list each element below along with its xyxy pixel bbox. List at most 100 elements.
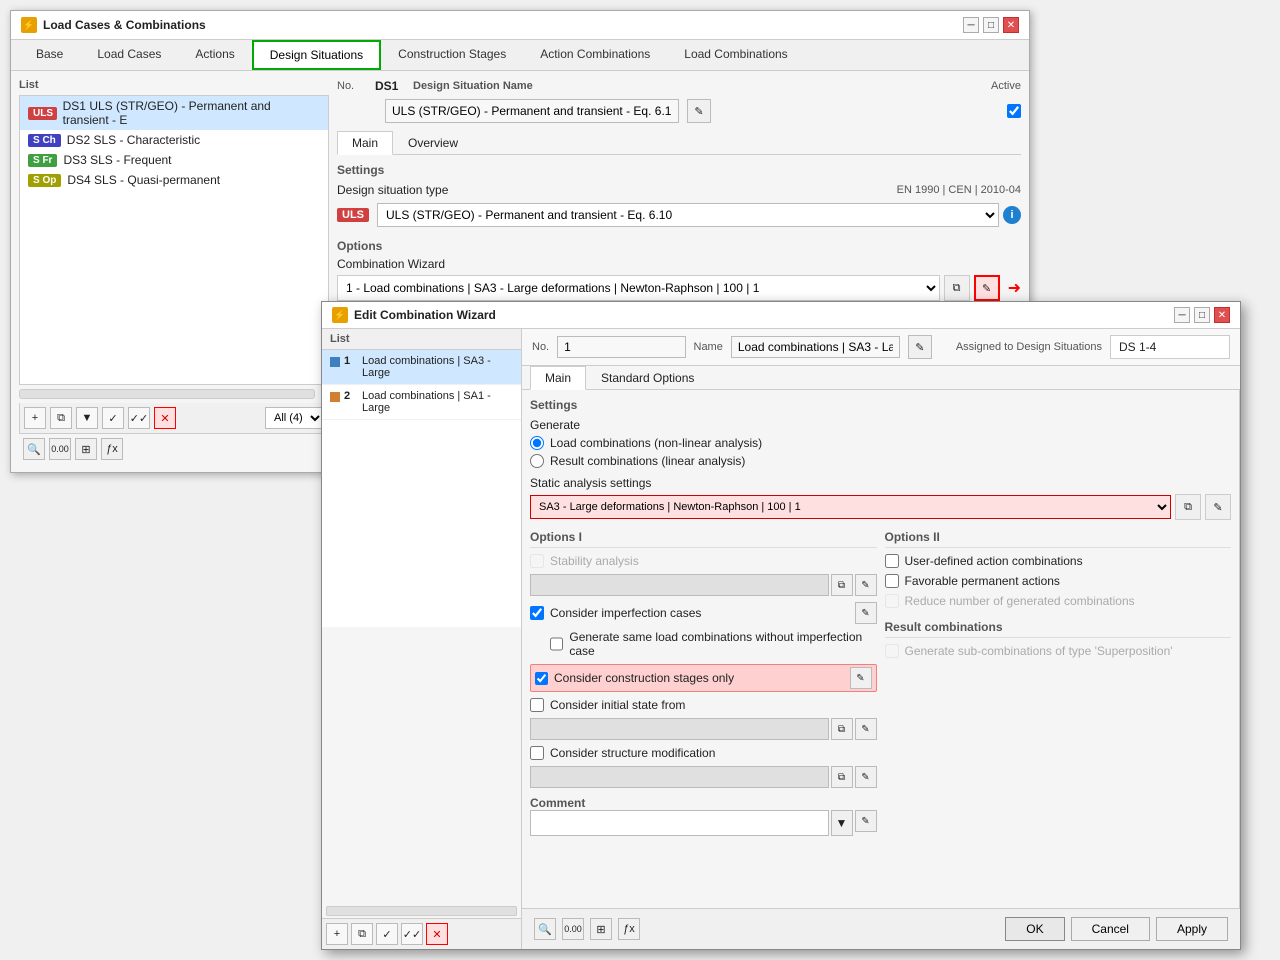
main-window: ⚡ Load Cases & Combinations ─ □ ✕ Base L… <box>10 10 1030 473</box>
no-field-input[interactable] <box>557 336 685 358</box>
stability-copy-btn[interactable]: ⧉ <box>831 574 853 596</box>
combo-edit-button[interactable]: ✎ <box>974 275 1000 301</box>
sub-tab-overview[interactable]: Overview <box>393 131 473 154</box>
comment-edit-btn[interactable]: ✎ <box>855 810 877 832</box>
user-defined-row: User-defined action combinations <box>885 554 1232 568</box>
radio-result-combinations[interactable]: Result combinations (linear analysis) <box>530 454 1231 468</box>
structure-mod-checkbox[interactable] <box>530 746 544 760</box>
comment-dropdown-btn[interactable]: ▼ <box>831 810 853 836</box>
dialog-scrollbar-h[interactable] <box>326 906 517 916</box>
maximize-button[interactable]: □ <box>983 17 999 33</box>
list-item-ds4[interactable]: S Op DS4 SLS - Quasi-permanent <box>20 170 328 190</box>
sa-copy-button[interactable]: ⧉ <box>1175 494 1201 520</box>
initial-state-checkbox[interactable] <box>530 698 544 712</box>
initial-state-copy-btn[interactable]: ⧉ <box>831 718 853 740</box>
active-checkbox[interactable] <box>1007 104 1021 118</box>
list-item-ds2[interactable]: S Ch DS2 SLS - Characteristic <box>20 130 328 150</box>
tab-load-combinations[interactable]: Load Combinations <box>667 40 804 70</box>
cancel-button[interactable]: Cancel <box>1071 917 1150 941</box>
combo-copy-button[interactable]: ⧉ <box>944 275 970 301</box>
filter-select[interactable]: All (4) <box>265 407 324 429</box>
stability-edit-btn[interactable]: ✎ <box>855 574 877 596</box>
copy-button[interactable]: ⧉ <box>50 407 72 429</box>
construction-stages-checkbox[interactable] <box>535 672 548 685</box>
dialog-maximize-button[interactable]: □ <box>1194 307 1210 323</box>
tab-actions[interactable]: Actions <box>178 40 251 70</box>
radio-load-input[interactable] <box>530 436 544 450</box>
tab-design-situations[interactable]: Design Situations <box>252 40 381 70</box>
ds-type-select[interactable]: ULS (STR/GEO) - Permanent and transient … <box>377 203 999 227</box>
ds-name-input[interactable] <box>385 99 679 123</box>
favorable-label: Favorable permanent actions <box>905 574 1060 588</box>
list-item-ds1[interactable]: ULS DS1 ULS (STR/GEO) - Permanent and tr… <box>20 96 328 130</box>
sa-dropdown[interactable]: SA3 - Large deformations | Newton-Raphso… <box>530 495 1171 519</box>
tab-construction-stages[interactable]: Construction Stages <box>381 40 523 70</box>
info-button[interactable]: i <box>1003 206 1021 224</box>
check-button[interactable]: ✓ <box>102 407 124 429</box>
dialog-sub-tab-standard[interactable]: Standard Options <box>586 366 709 389</box>
combo-wizard-select[interactable]: 1 - Load combinations | SA3 - Large defo… <box>337 275 940 301</box>
delete-button[interactable]: ✕ <box>154 407 176 429</box>
check2-button[interactable]: ✓✓ <box>128 407 150 429</box>
dialog-delete-button[interactable]: ✕ <box>426 923 448 945</box>
dialog-minimize-button[interactable]: ─ <box>1174 307 1190 323</box>
dialog-left-panel: List 1 Load combinations | SA3 - Large 2… <box>322 329 522 949</box>
dialog-copy-button[interactable]: ⧉ <box>351 923 373 945</box>
value-icon-btn[interactable]: 0.00 <box>49 438 71 460</box>
dialog-search-btn[interactable]: 🔍 <box>534 918 556 940</box>
dialog-check2-button[interactable]: ✓✓ <box>401 923 423 945</box>
minimize-button[interactable]: ─ <box>963 17 979 33</box>
initial-state-edit-btn[interactable]: ✎ <box>855 718 877 740</box>
dialog-list-header: List <box>322 329 521 350</box>
user-defined-checkbox[interactable] <box>885 554 899 568</box>
imperfection-checkbox[interactable] <box>530 606 544 620</box>
copy-dropdown[interactable]: ▼ <box>76 407 98 429</box>
radio-result-input[interactable] <box>530 454 544 468</box>
dialog-close-button[interactable]: ✕ <box>1214 307 1230 323</box>
close-button[interactable]: ✕ <box>1003 17 1019 33</box>
title-area: ⚡ Load Cases & Combinations <box>21 17 206 33</box>
list-scrollbar-h[interactable] <box>19 389 315 399</box>
sa-edit-button[interactable]: ✎ <box>1205 494 1231 520</box>
sub-tab-main[interactable]: Main <box>337 131 393 155</box>
dialog-list-item-2[interactable]: 2 Load combinations | SA1 - Large <box>322 385 521 420</box>
structure-mod-copy-btn[interactable]: ⧉ <box>831 766 853 788</box>
imperfection-edit-btn[interactable]: ✎ <box>855 602 877 624</box>
dialog-table-btn[interactable]: ⊞ <box>590 918 612 940</box>
radio-load-combinations[interactable]: Load combinations (non-linear analysis) <box>530 436 1231 450</box>
dialog-check-button[interactable]: ✓ <box>376 923 398 945</box>
same-load-checkbox[interactable] <box>550 637 563 651</box>
window-title: Load Cases & Combinations <box>43 18 206 32</box>
dialog-value-btn[interactable]: 0.00 <box>562 918 584 940</box>
list-item-ds3[interactable]: S Fr DS3 SLS - Frequent <box>20 150 328 170</box>
tab-load-cases[interactable]: Load Cases <box>80 40 178 70</box>
name-field-input[interactable] <box>731 336 900 358</box>
uls-badge: ULS <box>337 208 369 222</box>
dialog-add-button[interactable]: + <box>326 923 348 945</box>
tab-base[interactable]: Base <box>19 40 80 70</box>
dialog-list-item-1[interactable]: 1 Load combinations | SA3 - Large <box>322 350 521 385</box>
ds3-name: DS3 SLS - Frequent <box>63 153 171 167</box>
stability-checkbox[interactable] <box>530 554 544 568</box>
table-icon-btn[interactable]: ⊞ <box>75 438 97 460</box>
name-row: ✎ <box>337 99 1021 123</box>
favorable-checkbox[interactable] <box>885 574 899 588</box>
sub-combinations-checkbox[interactable] <box>885 644 899 658</box>
dialog-sub-tab-main[interactable]: Main <box>530 366 586 390</box>
tab-action-combinations[interactable]: Action Combinations <box>523 40 667 70</box>
comment-input[interactable] <box>530 810 829 836</box>
construction-stages-row: Consider construction stages only ✎ <box>530 664 877 692</box>
apply-button[interactable]: Apply <box>1156 917 1228 941</box>
dialog-formula-btn[interactable]: ƒx <box>618 918 640 940</box>
ok-button[interactable]: OK <box>1005 917 1064 941</box>
structure-mod-edit-btn[interactable]: ✎ <box>855 766 877 788</box>
reduce-checkbox[interactable] <box>885 594 899 608</box>
dialog-name-edit-button[interactable]: ✎ <box>908 335 932 359</box>
add-button[interactable]: + <box>24 407 46 429</box>
list-spacer <box>322 627 521 904</box>
search-icon-btn[interactable]: 🔍 <box>23 438 45 460</box>
construction-stages-edit-btn[interactable]: ✎ <box>850 667 872 689</box>
edit-name-button[interactable]: ✎ <box>687 99 711 123</box>
formula-icon-btn[interactable]: ƒx <box>101 438 123 460</box>
tag-sop: S Op <box>28 174 61 187</box>
